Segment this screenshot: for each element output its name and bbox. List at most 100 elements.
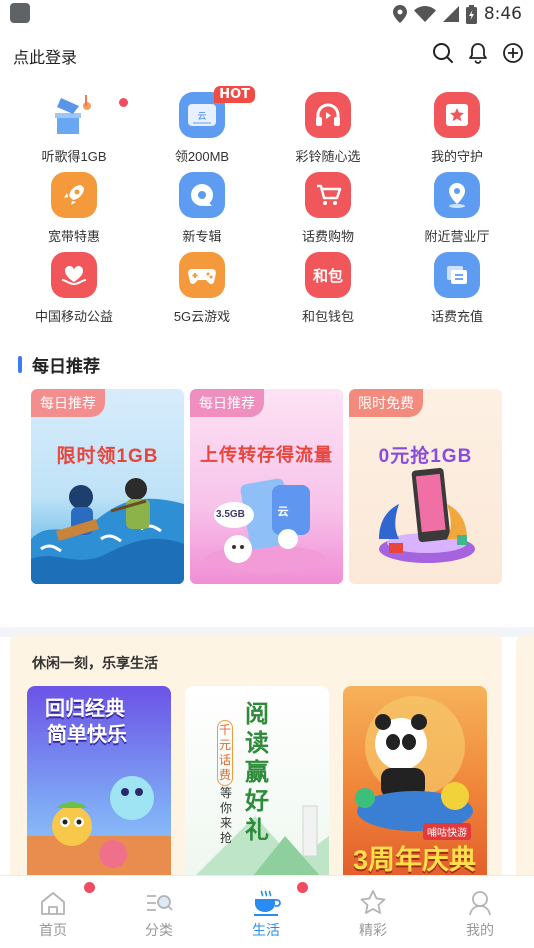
side-char: 费 bbox=[218, 768, 231, 782]
rocket-icon bbox=[51, 172, 97, 218]
card-art-label: 3.5GB bbox=[216, 509, 245, 520]
next-card-peek[interactable] bbox=[516, 635, 534, 885]
grid-item-cloud-disk[interactable]: 云 HOT 领200MB bbox=[140, 86, 264, 165]
poster-illustration bbox=[27, 776, 171, 886]
nav-label: 我的 bbox=[466, 922, 494, 938]
bottom-navigation: 首页 分类 生活 精彩 我的 bbox=[0, 875, 534, 948]
grid-label: 宽带特惠 bbox=[47, 229, 100, 244]
section-title: 休闲一刻，乐享生活 bbox=[32, 655, 158, 671]
status-bar: 8:46 bbox=[0, 0, 534, 30]
grid-label: 新专辑 bbox=[182, 229, 222, 244]
wallet-icon: 和包 bbox=[305, 252, 351, 298]
gamepad-icon bbox=[179, 252, 225, 298]
section-title: 每日推荐 bbox=[32, 357, 100, 376]
grid-item-nearby-store[interactable]: 附近营业厅 bbox=[395, 172, 519, 245]
poster-side-text: 等 你 来 抢 bbox=[218, 786, 234, 846]
grid-label: 5G云游戏 bbox=[173, 309, 231, 324]
nav-label: 首页 bbox=[39, 922, 67, 938]
grid-item-recharge[interactable]: 话费充值 bbox=[395, 252, 519, 325]
grid-item-broadband[interactable]: 宽带特惠 bbox=[12, 172, 136, 245]
leisure-section: 休闲一刻，乐享生活 回归经典 简单快乐 阅 读 赢 好 礼 千 元 话 费 等 … bbox=[10, 635, 502, 886]
side-char: 话 bbox=[218, 753, 231, 767]
grid-item-guard[interactable]: 我的守护 bbox=[395, 92, 519, 165]
nav-tab-home[interactable]: 首页 bbox=[0, 876, 106, 948]
side-char: 千 bbox=[218, 723, 231, 737]
battery-icon bbox=[465, 4, 477, 24]
card-title: 上传转存得流量 bbox=[200, 445, 333, 465]
recharge-icon bbox=[434, 252, 480, 298]
headline-char: 好 bbox=[245, 788, 269, 815]
star-shield-icon bbox=[434, 92, 480, 138]
music-gift-icon bbox=[51, 92, 97, 138]
poster-side-badge: 千 元 话 费 bbox=[217, 720, 233, 786]
card-tag: 每日推荐 bbox=[190, 389, 264, 417]
daily-recommend-header: 每日推荐 bbox=[18, 352, 100, 377]
category-icon bbox=[147, 895, 173, 911]
recommend-card-1[interactable]: 每日推荐 限时领1GB bbox=[31, 389, 184, 584]
nav-label: 分类 bbox=[145, 922, 173, 938]
poster-vertical-headline: 阅 读 赢 好 礼 bbox=[245, 700, 277, 845]
nav-tab-mine[interactable]: 我的 bbox=[427, 876, 533, 948]
new-dot bbox=[119, 98, 128, 107]
heart-hand-icon bbox=[51, 252, 97, 298]
nav-tab-life[interactable]: 生活 bbox=[213, 876, 319, 948]
new-dot bbox=[297, 882, 308, 893]
grid-item-album[interactable]: 新专辑 bbox=[140, 172, 264, 245]
card-illustration: 云 bbox=[206, 478, 326, 573]
album-icon bbox=[179, 172, 225, 218]
notification-bell-icon[interactable] bbox=[467, 42, 489, 64]
side-char: 等 bbox=[219, 786, 232, 800]
star-icon bbox=[360, 890, 386, 914]
headphone-icon bbox=[305, 92, 351, 138]
side-char: 来 bbox=[219, 816, 232, 830]
grid-item-ringtone[interactable]: 彩铃随心选 bbox=[266, 92, 390, 165]
svg-text:云: 云 bbox=[278, 505, 289, 518]
signal-icon bbox=[442, 6, 459, 22]
grid-label: 彩铃随心选 bbox=[295, 149, 361, 164]
grid-item-charity[interactable]: 中国移动公益 bbox=[12, 252, 136, 325]
wifi-icon bbox=[413, 6, 436, 22]
poster-headline: 3周年庆典 bbox=[353, 845, 477, 875]
grid-label: 中国移动公益 bbox=[34, 309, 113, 324]
grid-label: 附近营业厅 bbox=[424, 229, 490, 244]
leisure-poster-1[interactable]: 回归经典 简单快乐 bbox=[27, 686, 171, 886]
headline-char: 礼 bbox=[245, 817, 269, 844]
svg-text:云: 云 bbox=[197, 112, 206, 122]
clock: 8:46 bbox=[483, 4, 522, 24]
home-icon bbox=[41, 892, 65, 915]
search-icon[interactable] bbox=[432, 42, 454, 64]
grid-item-wallet[interactable]: 和包 和包钱包 bbox=[266, 252, 390, 325]
leisure-poster-3[interactable]: 哺咕快游 3周年庆典 bbox=[343, 686, 487, 886]
grid-label: 话费充值 bbox=[430, 309, 483, 324]
headline-char: 读 bbox=[245, 730, 269, 757]
nav-tab-category[interactable]: 分类 bbox=[106, 876, 212, 948]
new-dot bbox=[84, 882, 95, 893]
card-illustration bbox=[31, 478, 184, 584]
nav-label: 精彩 bbox=[359, 922, 387, 938]
top-header: 点此登录 bbox=[0, 36, 534, 72]
leisure-poster-2[interactable]: 阅 读 赢 好 礼 千 元 话 费 等 你 来 抢 bbox=[185, 686, 329, 886]
grid-item-shopping[interactable]: 话费购物 bbox=[266, 172, 390, 245]
recommend-card-3[interactable]: 限时免费 0元抢1GB bbox=[349, 389, 502, 584]
nav-tab-featured[interactable]: 精彩 bbox=[320, 876, 426, 948]
grid-label: 领200MB bbox=[174, 149, 230, 164]
recommend-card-2[interactable]: 云 3.5GB 每日推荐 上传转存得流量 bbox=[190, 389, 343, 584]
side-char: 你 bbox=[219, 801, 232, 815]
grid-item-music-gift[interactable]: 听歌得1GB bbox=[12, 92, 136, 165]
cart-icon bbox=[305, 172, 351, 218]
add-circle-icon[interactable] bbox=[502, 42, 524, 64]
grid-item-cloud-game[interactable]: 5G云游戏 bbox=[140, 252, 264, 325]
headline-char: 赢 bbox=[245, 759, 269, 786]
cloud-disk-icon: 云 HOT bbox=[179, 86, 255, 138]
section-accent-bar bbox=[18, 356, 22, 373]
location-status-icon bbox=[392, 5, 407, 23]
wallet-glyph: 和包 bbox=[312, 267, 343, 285]
card-title: 0元抢1GB bbox=[378, 446, 473, 467]
hot-badge: HOT bbox=[214, 86, 255, 103]
life-cup-icon bbox=[254, 890, 281, 916]
login-link[interactable]: 点此登录 bbox=[13, 44, 77, 68]
grid-label: 听歌得1GB bbox=[41, 149, 107, 164]
card-tag: 限时免费 bbox=[349, 389, 423, 417]
side-char: 抢 bbox=[219, 831, 232, 845]
card-title: 限时领1GB bbox=[56, 446, 159, 467]
